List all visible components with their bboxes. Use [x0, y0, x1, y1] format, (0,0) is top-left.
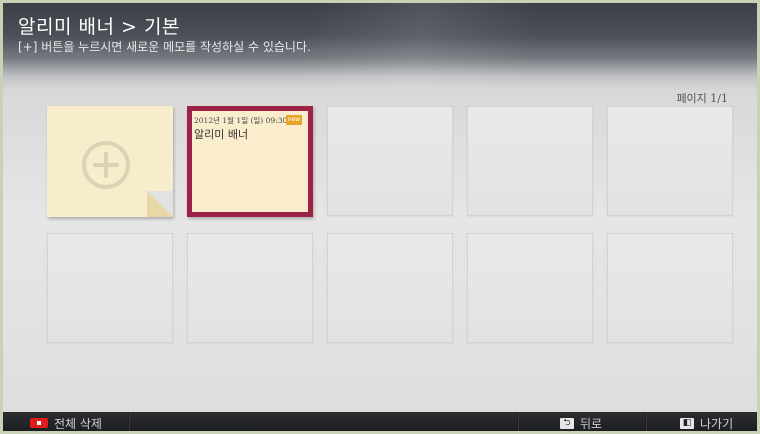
page-subtitle: [+] 버튼을 누르시면 새로운 메모를 작성하실 수 있습니다.	[18, 40, 311, 54]
empty-memo-slot	[607, 106, 733, 216]
page-title: 알리미 배너 > 기본	[18, 16, 180, 38]
footer-divider	[517, 412, 519, 434]
empty-memo-slot	[47, 233, 173, 343]
red-key-icon	[30, 418, 48, 428]
footer-divider	[645, 412, 647, 434]
empty-memo-slot	[187, 233, 313, 343]
page-indicator: 페이지 1/1	[676, 92, 728, 105]
plus-circle-icon	[82, 141, 130, 189]
add-memo-button[interactable]	[47, 106, 173, 217]
new-badge: new	[285, 115, 302, 125]
memo-text: 알리미 배너	[194, 128, 249, 141]
empty-memo-slot	[467, 233, 593, 343]
empty-memo-slot	[467, 106, 593, 216]
empty-memo-slot	[327, 106, 453, 216]
back-icon: ⮌	[560, 417, 574, 429]
exit-label: 나가기	[700, 416, 734, 431]
empty-memo-slot	[607, 233, 733, 343]
exit-icon: ◧	[680, 417, 694, 429]
empty-memo-slot	[327, 233, 453, 343]
back-label: 뒤로	[580, 416, 603, 431]
back-button[interactable]: ⮌ 뒤로	[560, 412, 602, 434]
footer-bar: 전체 삭제 ⮌ 뒤로 ◧ 나가기	[0, 412, 760, 434]
exit-button[interactable]: ◧ 나가기	[680, 412, 733, 434]
delete-all-button[interactable]: 전체 삭제	[30, 412, 102, 434]
header: 알리미 배너 > 기본 [+] 버튼을 누르시면 새로운 메모를 작성하실 수 …	[0, 0, 760, 90]
delete-all-label: 전체 삭제	[54, 416, 102, 431]
memo-paper: 2012년 1월 1일 (일) 09:30 new 알리미 배너	[192, 111, 308, 212]
page-curl	[147, 191, 173, 217]
memo-date: 2012년 1월 1일 (일) 09:30	[194, 116, 288, 125]
footer-divider	[128, 412, 130, 434]
memo-card[interactable]: 2012년 1월 1일 (일) 09:30 new 알리미 배너	[187, 106, 313, 217]
